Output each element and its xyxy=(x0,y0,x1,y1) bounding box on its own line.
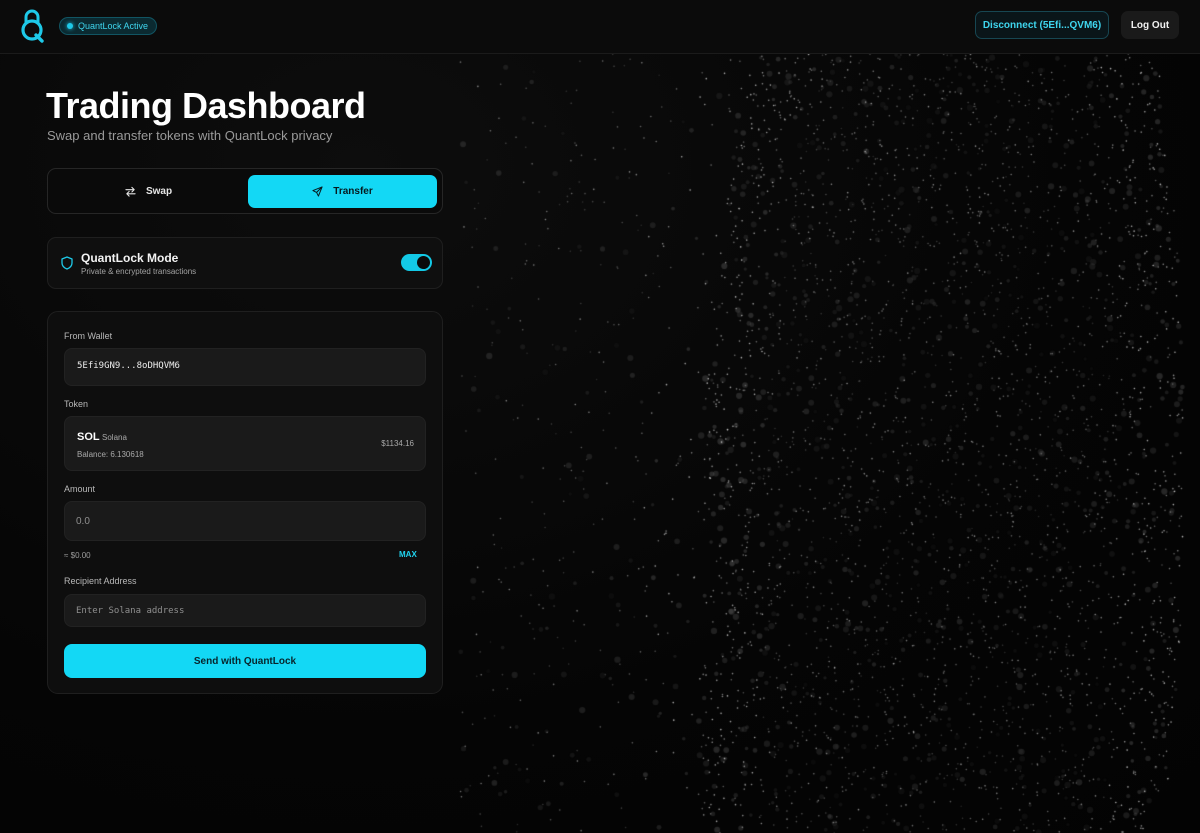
status-badge: QuantLock Active xyxy=(59,17,158,35)
max-button[interactable]: MAX xyxy=(399,550,417,559)
logout-button[interactable]: Log Out xyxy=(1121,11,1179,39)
recipient-address-input[interactable] xyxy=(76,595,414,626)
send-button[interactable]: Send with QuantLock xyxy=(64,644,426,678)
amount-input[interactable] xyxy=(76,502,414,540)
recipient-label: Recipient Address xyxy=(64,576,137,586)
amount-usd-value: ≈ $0.00 xyxy=(64,551,91,560)
from-wallet-field: 5Efi9GN9...8oDHQVM6 xyxy=(64,348,426,386)
dashboard-page: QuantLock Active Disconnect (5Efi...QVM6… xyxy=(0,0,1200,833)
shield-icon xyxy=(61,256,73,270)
transfer-form: From Wallet 5Efi9GN9...8oDHQVM6 Token SO… xyxy=(47,311,443,694)
tab-transfer-label: Transfer xyxy=(333,186,373,197)
mode-title: QuantLock Mode xyxy=(81,251,179,265)
swap-arrows-icon xyxy=(125,186,136,197)
trade-mode-tabs: Swap Transfer xyxy=(47,168,443,214)
quantlock-logo-icon[interactable] xyxy=(18,9,46,43)
amount-label: Amount xyxy=(64,484,96,494)
tab-transfer[interactable]: Transfer xyxy=(248,175,437,208)
page-title: Trading Dashboard xyxy=(46,85,366,126)
token-label: Token xyxy=(64,399,89,409)
quantlock-mode-toggle[interactable] xyxy=(401,254,432,271)
from-wallet-value: 5Efi9GN9...8oDHQVM6 xyxy=(77,361,180,371)
page-subtitle: Swap and transfer tokens with QuantLock … xyxy=(47,128,333,143)
mode-description: Private & encrypted transactions xyxy=(81,267,197,276)
from-wallet-label: From Wallet xyxy=(64,331,113,341)
send-icon xyxy=(312,186,323,197)
toggle-knob xyxy=(417,256,430,269)
token-symbol: SOL xyxy=(77,431,100,443)
status-badge-label: QuantLock Active xyxy=(78,21,149,31)
token-name: Solana xyxy=(102,433,127,442)
top-bar: QuantLock Active Disconnect (5Efi...QVM6… xyxy=(0,0,1200,54)
token-balance: Balance: 6.130618 xyxy=(77,450,144,459)
recipient-field xyxy=(64,594,426,627)
token-selector[interactable]: SOL Solana Balance: 6.130618 $1134.16 xyxy=(64,416,426,471)
amount-field xyxy=(64,501,426,541)
token-price: $1134.16 xyxy=(381,439,414,448)
quantlock-mode-card: QuantLock Mode Private & encrypted trans… xyxy=(47,237,443,289)
tab-swap-label: Swap xyxy=(145,186,173,197)
disconnect-button[interactable]: Disconnect (5Efi...QVM6) xyxy=(975,11,1109,39)
tab-swap[interactable]: Swap xyxy=(54,175,243,208)
status-dot-icon xyxy=(67,23,73,29)
